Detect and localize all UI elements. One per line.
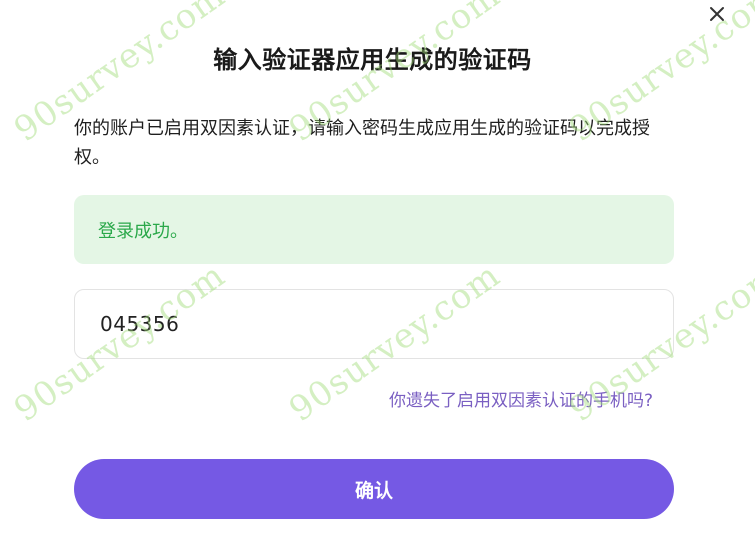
confirm-button[interactable]: 确认 — [74, 459, 674, 519]
verification-code-input[interactable] — [74, 289, 674, 359]
lost-phone-link[interactable]: 你遗失了启用双因素认证的手机吗? — [389, 386, 653, 411]
success-message: 登录成功。 — [98, 220, 188, 242]
dialog-description: 你的账户已启用双因素认证，请输入密码生成应用生成的验证码以完成授权。 — [74, 118, 650, 168]
close-icon — [710, 7, 724, 21]
close-button[interactable] — [707, 4, 727, 24]
success-alert: 登录成功。 — [74, 195, 674, 264]
dialog-title: 输入验证器应用生成的验证码 — [213, 46, 532, 74]
two-factor-dialog: 输入验证器应用生成的验证码 你的账户已启用双因素认证，请输入密码生成应用生成的验… — [0, 0, 755, 543]
